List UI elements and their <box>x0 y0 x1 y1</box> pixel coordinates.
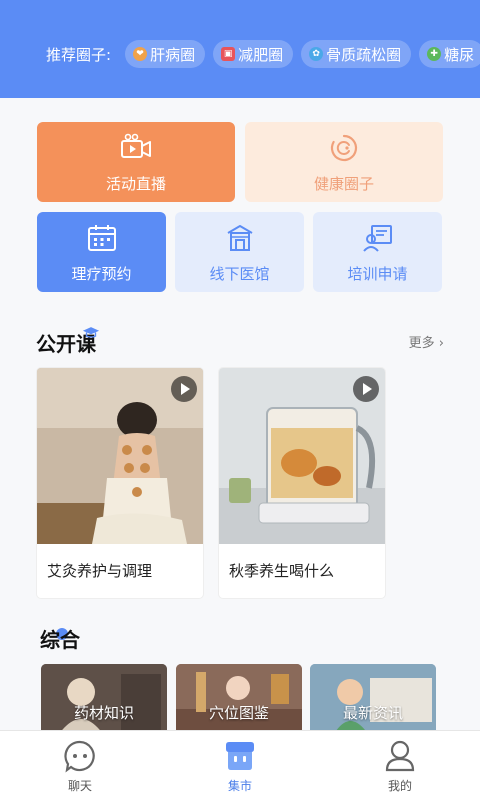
health-circle-card[interactable]: 健康圈子 <box>245 122 443 202</box>
tab-market[interactable]: 集市 <box>160 731 320 800</box>
recommend-circles-row[interactable]: 推荐圈子: ❤ 肝病圈 ▣ 减肥圈 ✿ 骨质疏松圈 ✚ 糖尿 <box>0 38 480 70</box>
circle-chip-liver[interactable]: ❤ 肝病圈 <box>125 40 206 68</box>
market-icon <box>226 742 254 770</box>
trainer-board-icon <box>362 224 392 252</box>
category-label: 穴位图鉴 <box>208 704 269 722</box>
offline-clinic-card[interactable]: 线下医馆 <box>175 212 304 292</box>
category-label: 药材知识 <box>73 704 134 722</box>
category-label: 最新资讯 <box>342 704 403 722</box>
general-title: 综合 <box>40 624 80 653</box>
grad-cap-icon <box>82 327 100 338</box>
tab-chat-label: 聊天 <box>67 779 92 793</box>
training-apply-card[interactable]: 培训申请 <box>313 212 442 292</box>
scale-icon: ▣ <box>221 47 236 61</box>
tea-kettle-photo <box>219 368 385 544</box>
sugar-icon: ✚ <box>427 47 442 61</box>
therapy-booking-card[interactable]: 理疗预约 <box>37 212 166 292</box>
tab-market-label: 集市 <box>227 779 252 793</box>
therapy-booking-label: 理疗预约 <box>71 264 132 283</box>
main-content: 活动直播 健康圈子 理疗预约 线下医馆 培训申请 公开课 更多 › 艾灸养护与调… <box>0 98 480 730</box>
circle-refresh-icon <box>330 134 358 161</box>
course-title: 艾灸养护与调理 <box>47 562 153 580</box>
general-title-text: 综合 <box>40 628 80 652</box>
course-card-moxibustion[interactable]: 艾灸养护与调理 <box>37 368 203 598</box>
live-stream-card[interactable]: 活动直播 <box>37 122 235 202</box>
video-camera-icon <box>121 133 151 158</box>
live-stream-label: 活动直播 <box>105 174 166 193</box>
bottom-tab-bar: 聊天 集市 我的 <box>0 730 480 800</box>
profile-icon <box>385 740 415 772</box>
offline-clinic-label: 线下医馆 <box>209 264 270 283</box>
tab-profile[interactable]: 我的 <box>320 731 480 800</box>
category-herbs[interactable]: 药材知识 <box>41 664 167 730</box>
calendar-icon <box>87 224 116 251</box>
circle-chip-diabetes[interactable]: ✚ 糖尿 <box>419 40 480 68</box>
clinic-building-icon <box>226 224 253 251</box>
play-icon[interactable] <box>171 376 197 402</box>
play-icon[interactable] <box>353 376 379 402</box>
tab-chat[interactable]: 聊天 <box>0 731 160 800</box>
chevron-right-icon: › <box>438 336 444 351</box>
health-circle-label: 健康圈子 <box>313 174 374 193</box>
open-class-title: 公开课 <box>36 327 100 357</box>
more-link-text: 更多 <box>408 336 435 351</box>
bone-icon: ✿ <box>309 47 324 61</box>
training-apply-label: 培训申请 <box>347 264 408 283</box>
course-title: 秋季养生喝什么 <box>229 562 335 580</box>
more-link[interactable]: 更多 › <box>409 332 444 351</box>
liver-icon: ❤ <box>133 47 148 61</box>
circle-chip-osteoporosis[interactable]: ✿ 骨质疏松圈 <box>301 40 412 68</box>
tab-profile-label: 我的 <box>387 779 412 793</box>
category-acupoints[interactable]: 穴位图鉴 <box>176 664 302 730</box>
course-card-autumn-tea[interactable]: 秋季养生喝什么 <box>219 368 385 598</box>
chat-icon <box>64 740 95 773</box>
category-news[interactable]: 最新资讯 <box>310 664 436 730</box>
recommend-label: 推荐圈子: <box>46 45 112 64</box>
circle-chip-weight-loss[interactable]: ▣ 减肥圈 <box>213 40 294 68</box>
top-header: 推荐圈子: ❤ 肝病圈 ▣ 减肥圈 ✿ 骨质疏松圈 ✚ 糖尿 <box>0 0 480 98</box>
moxibustion-photo <box>37 368 203 544</box>
